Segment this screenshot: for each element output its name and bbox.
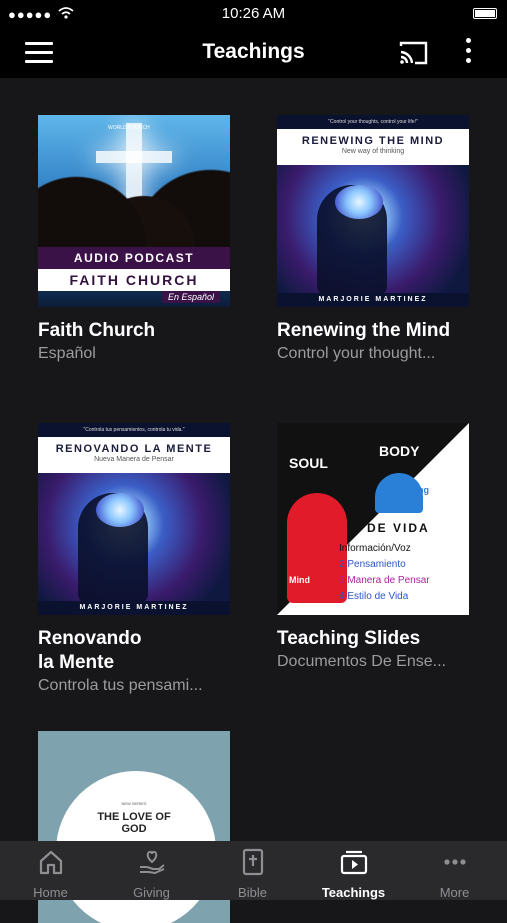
cover-podcast-label: AUDIO PODCAST [38, 247, 230, 269]
brain-graphic [335, 185, 383, 219]
teaching-card-renewing-the-mind[interactable]: "Control your thoughts, control your lif… [277, 115, 469, 363]
cover-title: FAITH CHURCH [38, 269, 230, 291]
card-subtitle: Documentos De Ense... [277, 653, 446, 670]
more-options-icon[interactable] [458, 38, 478, 68]
cover-author: MARJORIE MARTINEZ [277, 293, 469, 307]
card-subtitle: Controla tus pensami... [38, 677, 203, 694]
home-icon [39, 850, 62, 875]
teaching-card-teaching-slides[interactable]: SOUL BODY hinking Mind D DE VIDA Informa… [277, 423, 469, 671]
cover-image: "Controla tus pensamientos, controla tu … [38, 423, 230, 615]
tab-bible[interactable]: Bible [202, 841, 303, 900]
app-bar: Teachings [0, 28, 507, 78]
tab-bar: Home Giving Bible Teachings More [0, 841, 507, 900]
cover-list: Información/Voz 2 Pensamiento 3 Manera d… [339, 541, 430, 605]
cover-author: MARJORIE MARTINEZ [38, 601, 230, 615]
teachings-icon [340, 850, 367, 875]
red-head-graphic [287, 493, 347, 603]
cross-graphic [96, 151, 172, 163]
battery-icon [473, 8, 497, 19]
card-title-line: Renovando [38, 628, 142, 649]
tab-label: Giving [133, 885, 170, 900]
card-title: Renewing the Mind [277, 320, 451, 341]
cover-tagline: Nueva Manera de Pensar [94, 456, 174, 463]
tab-label: Bible [238, 885, 267, 900]
cover-tagline: New way of thinking [341, 148, 405, 155]
card-title: Renovando la Mente [38, 627, 230, 675]
cover-image: SOUL BODY hinking Mind D DE VIDA Informa… [277, 423, 469, 615]
cover-list-item: 4 Estilo de Vida [339, 591, 409, 602]
cover-thinking-label: hinking [397, 485, 429, 495]
card-subtitle: Español [38, 345, 96, 362]
cover-image: "Control your thoughts, control your lif… [277, 115, 469, 307]
cover-body-label: BODY [379, 443, 420, 459]
cover-title: THE LOVE OF GOD [38, 811, 230, 835]
cover-list-item: Información/Voz [339, 543, 411, 554]
teaching-card-faith-church[interactable]: WORLD CHURCH AUDIO PODCAST FAITH CHURCH … [38, 115, 230, 363]
cover-title-line: THE LOVE OF [97, 811, 171, 823]
cover-list-item: 2 Pensamiento [339, 559, 406, 570]
more-icon [443, 859, 466, 865]
cover-logo: WORLD CHURCH [108, 125, 150, 131]
cover-image: WORLD CHURCH AUDIO PODCAST FAITH CHURCH … [38, 115, 230, 307]
cast-icon[interactable] [399, 40, 429, 66]
teaching-card-renovando-la-mente[interactable]: "Controla tus pensamientos, controla tu … [38, 423, 230, 695]
cover-title: RENEWING THE MIND [301, 135, 445, 147]
card-title: Teaching Slides [277, 628, 421, 649]
cover-series-label: NEW SERIES [121, 801, 147, 806]
tab-label: Teachings [321, 885, 386, 900]
cover-mind-label: Mind [289, 575, 310, 585]
tab-home[interactable]: Home [0, 841, 101, 900]
giving-icon [139, 850, 165, 874]
cover-title: RENOVANDO LA MENTE [55, 443, 213, 455]
tab-giving[interactable]: Giving [101, 841, 202, 900]
card-title-line: la Mente [38, 652, 115, 673]
brain-graphic [96, 493, 144, 527]
tab-label: Home [33, 885, 68, 900]
cover-heading-band: RENOVANDO LA MENTE Nueva Manera de Pensa… [38, 437, 230, 473]
tab-label: More [439, 885, 470, 900]
cover-vida-label: D DE VIDA [351, 521, 430, 535]
tab-teachings[interactable]: Teachings [303, 841, 404, 900]
cover-list-item: 3 Manera de Pensar [339, 575, 430, 586]
bible-icon [242, 848, 263, 876]
cover-quote: "Controla tus pensamientos, controla tu … [38, 423, 230, 437]
cover-title-line: GOD [121, 823, 147, 835]
cover-heading-band: RENEWING THE MIND New way of thinking [277, 129, 469, 165]
status-time: 10:26 AM [221, 5, 286, 22]
status-bar: ●●●●● 10:26 AM [0, 0, 507, 28]
cover-language: En Español [161, 291, 220, 303]
tab-more[interactable]: More [404, 841, 505, 900]
card-title: Faith Church [38, 320, 156, 341]
page-title: Teachings [202, 40, 305, 63]
cover-soul-label: SOUL [289, 455, 328, 471]
card-subtitle: Control your thought... [277, 345, 436, 362]
crowd-graphic [38, 167, 230, 247]
cover-quote: "Control your thoughts, control your lif… [277, 115, 469, 129]
